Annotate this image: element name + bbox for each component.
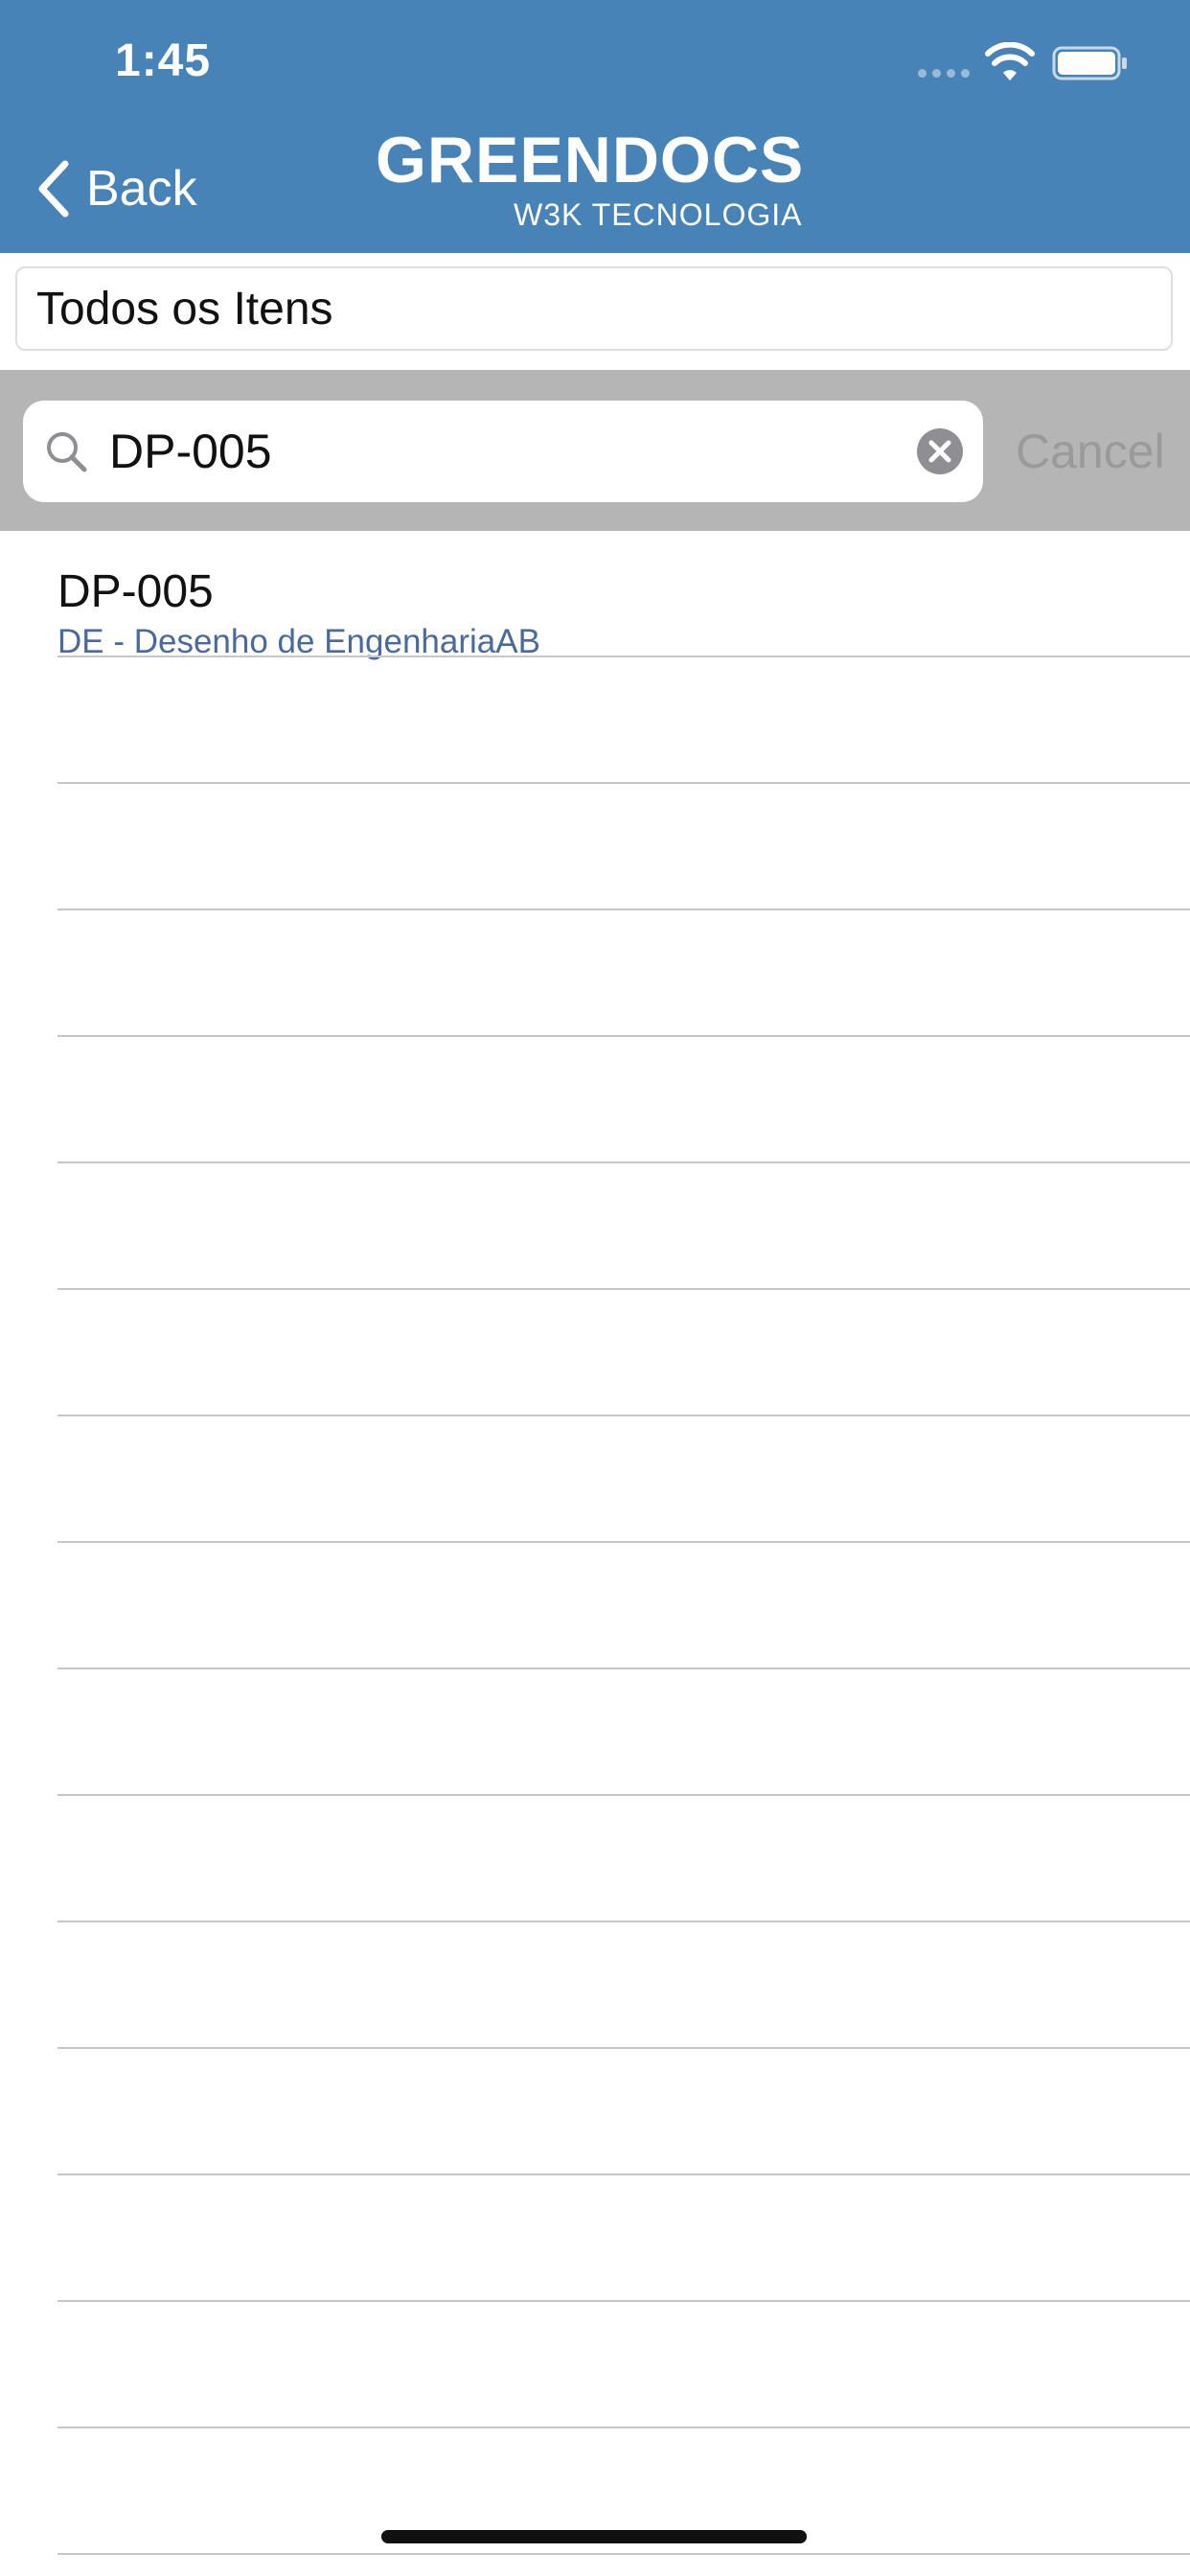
empty-row xyxy=(0,1543,1190,1669)
list-item[interactable]: DP-005 DE - Desenho de EngenhariaAB xyxy=(0,531,1190,660)
empty-row xyxy=(0,1796,1190,1922)
brand-name: GREENDOCS xyxy=(376,124,805,196)
status-time: 1:45 xyxy=(115,35,212,86)
filter-selector[interactable]: Todos os Itens xyxy=(15,266,1173,351)
empty-row xyxy=(0,1922,1190,2049)
list-item-title: DP-005 xyxy=(57,566,214,617)
battery-icon xyxy=(1052,46,1127,80)
brand-logo: GREENDOCS W3K TECNOLOGIA xyxy=(376,123,816,238)
wifi-icon xyxy=(985,42,1035,80)
cellular-signal-icon xyxy=(918,67,975,79)
search-input[interactable] xyxy=(109,401,914,502)
brand-subtitle: W3K TECNOLOGIA xyxy=(514,197,803,232)
empty-row xyxy=(0,1416,1190,1543)
search-bar: Cancel xyxy=(0,370,1190,531)
empty-row xyxy=(0,910,1190,1037)
search-icon xyxy=(47,432,87,472)
empty-row xyxy=(0,784,1190,910)
empty-row xyxy=(0,1163,1190,1290)
empty-row xyxy=(0,1669,1190,1796)
back-label: Back xyxy=(86,161,197,217)
search-field[interactable] xyxy=(23,401,983,502)
results-list: DP-005 DE - Desenho de EngenhariaAB xyxy=(0,531,1190,2555)
chevron-left-icon xyxy=(38,160,69,218)
empty-row xyxy=(0,657,1190,784)
empty-row xyxy=(0,2049,1190,2175)
cancel-button[interactable]: Cancel xyxy=(1016,424,1165,479)
row-divider xyxy=(57,2553,1190,2555)
empty-row xyxy=(0,2175,1190,2302)
empty-row xyxy=(0,1290,1190,1416)
clear-icon[interactable] xyxy=(916,427,964,475)
back-button[interactable]: Back xyxy=(33,153,197,224)
home-indicator[interactable] xyxy=(381,2530,807,2543)
empty-row xyxy=(0,1037,1190,1163)
empty-row xyxy=(0,2302,1190,2428)
nav-header: 1:45 Back GREENDOCS W3K TECNOLOGIA xyxy=(0,0,1190,253)
